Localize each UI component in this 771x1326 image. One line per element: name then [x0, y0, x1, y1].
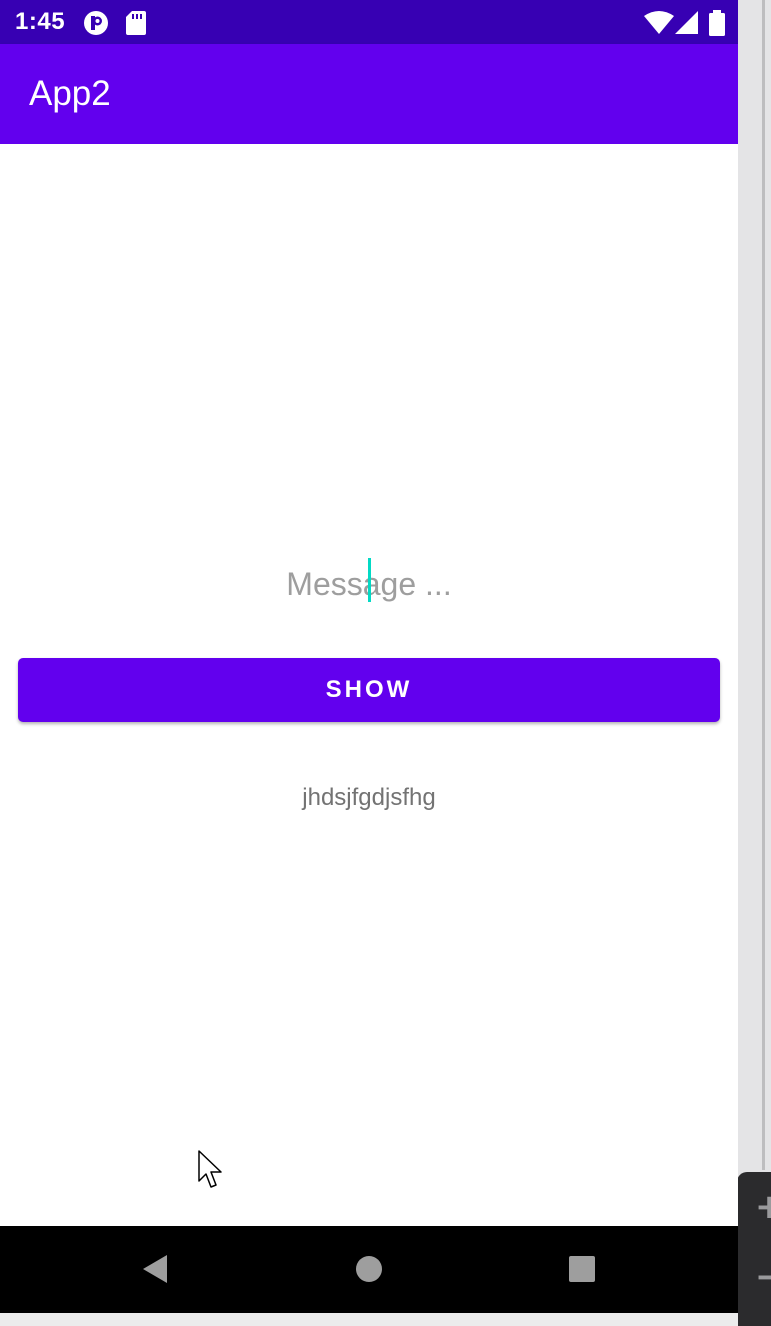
navigation-bar [0, 1226, 738, 1313]
cell-signal-icon [675, 11, 699, 40]
sd-card-icon [125, 10, 147, 41]
emulator-zoom-panel: + − [737, 1172, 771, 1326]
status-time: 1:45 [15, 8, 66, 35]
status-bar: 1:45 [0, 0, 738, 44]
zoom-in-button[interactable]: + [755, 1190, 771, 1224]
app-bar: App2 [0, 44, 738, 144]
home-icon[interactable] [355, 1254, 383, 1289]
zoom-out-button[interactable]: − [755, 1260, 771, 1294]
output-text: jhdsjfgdjsfhg [302, 784, 436, 811]
emulator-window: + − 1:45 App2 Message ... SHOW jhdsjfgdj… [0, 0, 771, 1326]
emulator-scrollbar[interactable] [762, 0, 765, 1170]
main-content: SHOW jhdsjfgdjsfhg [0, 144, 738, 1226]
back-icon[interactable] [141, 1254, 169, 1289]
p-badge-icon [82, 10, 110, 41]
wifi-icon [644, 11, 674, 40]
recents-icon[interactable] [567, 1254, 597, 1289]
device-screen: 1:45 App2 Message ... SHOW jhdsjfgdjsfhg [0, 0, 738, 1313]
battery-icon [709, 10, 725, 41]
mouse-pointer-icon [198, 1150, 224, 1195]
emulator-bottom-edge [0, 1313, 738, 1326]
app-title: App2 [29, 74, 111, 113]
show-button[interactable]: SHOW [18, 658, 720, 722]
emulator-side-panel [738, 0, 771, 1326]
text-cursor [368, 558, 371, 602]
